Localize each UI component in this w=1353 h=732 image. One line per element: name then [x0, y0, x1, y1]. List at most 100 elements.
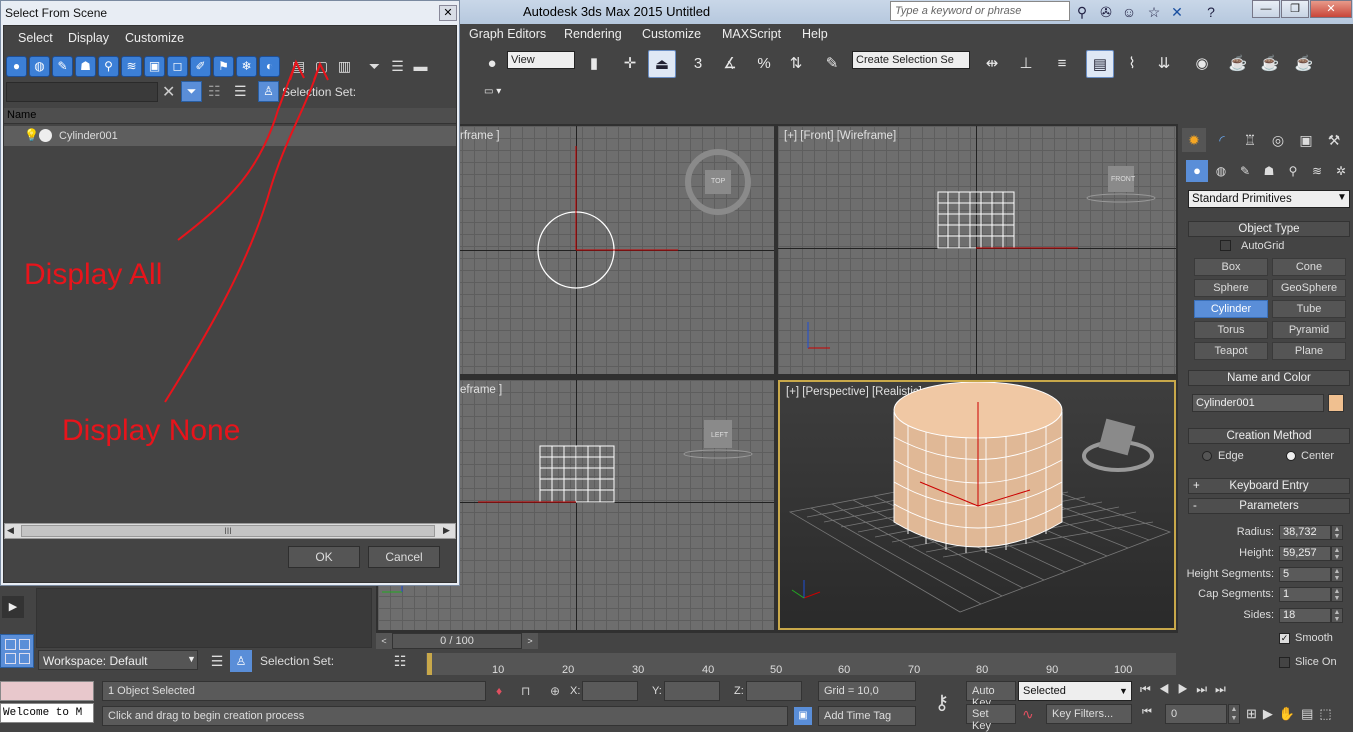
- object-type-rollout[interactable]: Object Type: [1188, 221, 1350, 237]
- percent-snap-icon[interactable]: %: [750, 50, 778, 78]
- spinner-arrows-icon[interactable]: ▲ ▼: [1228, 704, 1240, 724]
- autogrid-checkbox[interactable]: [1220, 240, 1231, 251]
- pivot-icon[interactable]: ▮: [580, 50, 608, 78]
- hierarchy-tab-icon[interactable]: ♖: [1238, 128, 1262, 152]
- parameters-rollout[interactable]: - Parameters: [1188, 498, 1350, 514]
- navigation-controls[interactable]: ⊞▶✋▤⬚: [1246, 706, 1353, 726]
- exchange-icon[interactable]: ✕: [1168, 3, 1186, 21]
- cap-segments-spinner[interactable]: 1: [1279, 587, 1331, 602]
- reference-coord-select[interactable]: View: [507, 51, 575, 69]
- time-tag-icon[interactable]: ▣: [794, 707, 812, 725]
- viewcube-front[interactable]: FRONT: [1111, 176, 1135, 183]
- spinner-arrows-icon[interactable]: ▲ ▼: [1331, 567, 1343, 582]
- workspace-dropdown[interactable]: Workspace: Default ▼: [38, 650, 198, 670]
- create-tab-icon[interactable]: ✹: [1182, 128, 1206, 152]
- viewcube-top[interactable]: TOP: [711, 178, 725, 185]
- viewport-perspective[interactable]: [+] [Perspective] [Realistic]: [778, 380, 1176, 630]
- scroll-left-icon[interactable]: ◀: [7, 525, 14, 536]
- maxscript-listener-top[interactable]: [0, 681, 94, 701]
- cylinder-button[interactable]: Cylinder: [1194, 300, 1268, 318]
- plane-button[interactable]: Plane: [1272, 342, 1346, 360]
- rendered-frame-icon[interactable]: ☕: [1256, 50, 1284, 78]
- search-input[interactable]: Type a keyword or phrase: [890, 1, 1070, 21]
- height-segments-spinner[interactable]: 5: [1279, 567, 1331, 582]
- horizontal-scrollbar[interactable]: ◀ III ▶: [4, 523, 456, 539]
- edit-named-selection-icon[interactable]: ✎: [818, 50, 846, 78]
- render-production-icon[interactable]: ☕: [1290, 50, 1318, 78]
- isolate-icon[interactable]: ♦: [496, 684, 502, 698]
- scene-explorer-icon[interactable]: ▤: [1086, 50, 1114, 78]
- binoculars-icon[interactable]: ⚲: [1073, 3, 1091, 21]
- spinner-arrows-icon[interactable]: ▲ ▼: [1331, 587, 1343, 602]
- primitive-type-dropdown[interactable]: Standard Primitives ▼: [1188, 190, 1350, 208]
- viewport-front[interactable]: [+] [Front] [Wireframe] FRONT: [778, 126, 1176, 374]
- key-icon[interactable]: ⚷: [922, 685, 962, 721]
- teapot-button[interactable]: Teapot: [1194, 342, 1268, 360]
- menu-graph-editors[interactable]: Graph Editors: [469, 27, 546, 41]
- time-marker[interactable]: [427, 653, 432, 675]
- geometry-icon[interactable]: ●: [1186, 160, 1208, 182]
- modify-tab-icon[interactable]: ◜: [1210, 128, 1234, 152]
- layers-icon[interactable]: ☰: [206, 650, 228, 672]
- tube-button[interactable]: Tube: [1272, 300, 1346, 318]
- display-tab-icon[interactable]: ▣: [1294, 128, 1318, 152]
- layer-manager-icon[interactable]: ≡: [1048, 50, 1076, 78]
- viewport-layout-icon[interactable]: [0, 634, 34, 668]
- menu-rendering[interactable]: Rendering: [564, 27, 622, 41]
- utilities-tab-icon[interactable]: ⚒: [1322, 128, 1346, 152]
- center-radio[interactable]: [1286, 451, 1296, 461]
- helpers-icon[interactable]: ⚲: [1282, 160, 1304, 182]
- mini-curve-editor-icon[interactable]: ☷: [388, 653, 412, 675]
- angle-snap-icon[interactable]: ∡: [716, 50, 744, 78]
- motion-tab-icon[interactable]: ◎: [1266, 128, 1290, 152]
- geosphere-button[interactable]: GeoSphere: [1272, 279, 1346, 297]
- edge-radio[interactable]: [1202, 451, 1212, 461]
- sides-spinner[interactable]: 18: [1279, 608, 1331, 623]
- ribbon-toggle-icon[interactable]: ▭ ▾: [484, 86, 501, 97]
- schematic-view-icon[interactable]: ⇊: [1150, 50, 1178, 78]
- slider-prev-icon[interactable]: <: [376, 633, 392, 649]
- slice-on-checkbox[interactable]: [1279, 657, 1290, 668]
- x-coord-input[interactable]: [582, 681, 638, 701]
- name-color-rollout[interactable]: Name and Color: [1188, 370, 1350, 386]
- maxscript-listener-input[interactable]: Welcome to M: [0, 703, 94, 723]
- close-button[interactable]: ✕: [1310, 0, 1352, 18]
- scroll-right-icon[interactable]: ▶: [443, 525, 450, 536]
- named-selection-set-select[interactable]: Create Selection Se: [852, 51, 970, 69]
- creation-method-rollout[interactable]: Creation Method: [1188, 428, 1350, 444]
- key-mode-dropdown[interactable]: Selected ▼: [1018, 681, 1132, 701]
- key-filters-button[interactable]: Key Filters...: [1046, 704, 1132, 724]
- menu-help[interactable]: Help: [802, 27, 828, 41]
- current-frame-input[interactable]: 0: [1165, 704, 1227, 724]
- menu-customize[interactable]: Customize: [642, 27, 701, 41]
- lights-icon[interactable]: ✎: [1234, 160, 1256, 182]
- slider-next-icon[interactable]: >: [522, 633, 538, 649]
- align-icon[interactable]: ⊥: [1012, 50, 1040, 78]
- goto-frame-icon[interactable]: ⏮: [1142, 706, 1152, 719]
- object-color-swatch[interactable]: [1328, 394, 1344, 412]
- torus-button[interactable]: Torus: [1194, 321, 1268, 339]
- spinner-snap-icon[interactable]: ⇅: [782, 50, 810, 78]
- play-icon[interactable]: ▶: [2, 596, 24, 618]
- star-icon[interactable]: ☆: [1145, 3, 1163, 21]
- ok-button[interactable]: OK: [288, 546, 360, 568]
- cone-button[interactable]: Cone: [1272, 258, 1346, 276]
- spinner-arrows-icon[interactable]: ▲ ▼: [1331, 546, 1343, 561]
- hierarchy-icon[interactable]: ♙: [230, 650, 252, 672]
- render-sphere-icon[interactable]: ●: [478, 50, 506, 78]
- pyramid-button[interactable]: Pyramid: [1272, 321, 1346, 339]
- auto-key-button[interactable]: Auto Key: [966, 681, 1016, 709]
- scroll-thumb[interactable]: III: [21, 525, 435, 537]
- height-spinner[interactable]: 59,257: [1279, 546, 1331, 561]
- shapes-icon[interactable]: ◍: [1210, 160, 1232, 182]
- help-icon[interactable]: ?: [1202, 3, 1220, 21]
- smooth-checkbox[interactable]: ✓: [1279, 633, 1290, 644]
- mirror-icon[interactable]: ⇹: [978, 50, 1006, 78]
- set-key-button[interactable]: Set Key: [966, 704, 1016, 732]
- spinner-arrows-icon[interactable]: ▲ ▼: [1331, 608, 1343, 623]
- manipulate-icon[interactable]: ⏏: [648, 50, 676, 78]
- tools-icon[interactable]: ✇: [1097, 3, 1115, 21]
- object-name-input[interactable]: Cylinder001: [1192, 394, 1324, 412]
- systems-icon[interactable]: ✲: [1330, 160, 1352, 182]
- transform-mode-icon[interactable]: ⊕: [550, 684, 560, 698]
